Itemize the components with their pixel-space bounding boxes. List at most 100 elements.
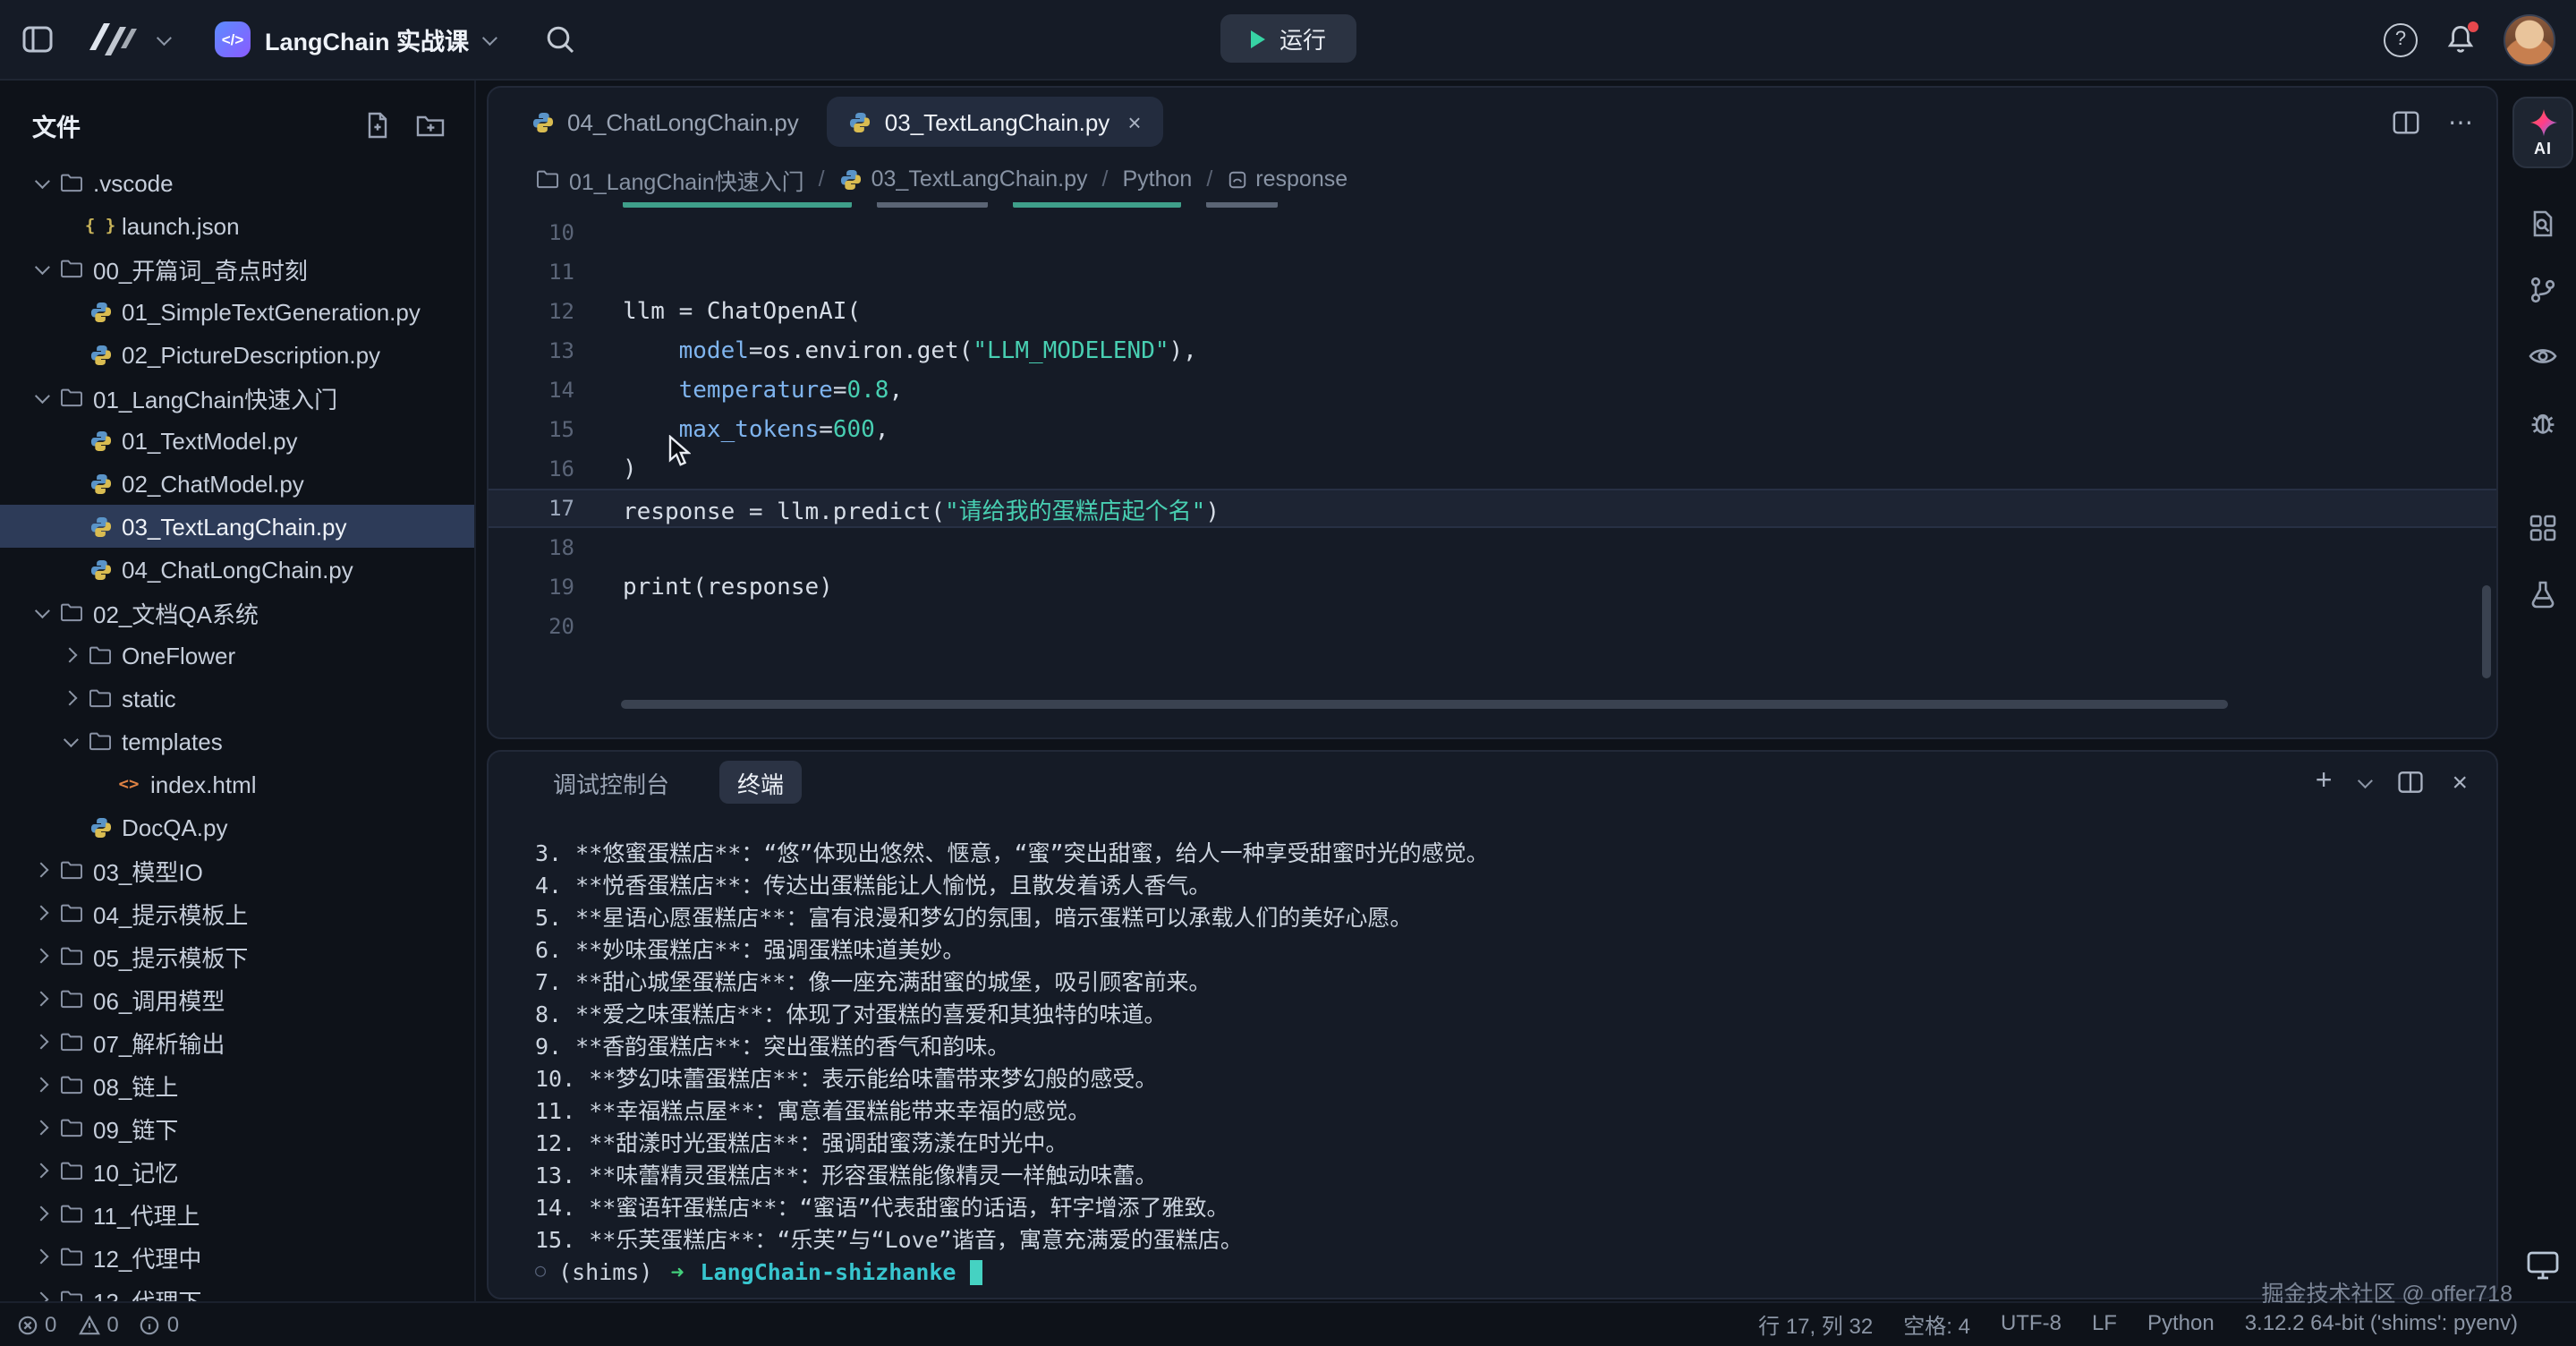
terminal-output[interactable]: 3. **悠蜜蛋糕店**：“悠”体现出悠然、惬意，“蜜”突出甜蜜，给人一种享受甜… <box>535 823 2468 1287</box>
file-search-button[interactable] <box>2527 208 2559 240</box>
tree-file[interactable]: 01_TextModel.py <box>0 419 474 462</box>
tree-file[interactable]: 01_SimpleTextGeneration.py <box>0 290 474 333</box>
tree-folder[interactable]: 11_代理上 <box>0 1192 474 1235</box>
run-button[interactable]: 运行 <box>1220 14 1356 63</box>
breadcrumb-item[interactable]: Python <box>1122 166 1192 192</box>
terminal-dropdown-chevron-icon[interactable] <box>2358 773 2373 788</box>
breadcrumb-item[interactable]: 01_LangChain快速入门 <box>535 162 804 196</box>
chevron-down-icon[interactable] <box>29 607 54 618</box>
chevron-down-icon[interactable] <box>57 736 82 746</box>
tree-file[interactable]: DocQA.py <box>0 805 474 848</box>
chevron-right-icon[interactable] <box>57 693 82 703</box>
extensions-button[interactable] <box>2527 512 2559 544</box>
code-line[interactable]: 11 <box>489 252 2496 292</box>
close-tab-button[interactable]: × <box>1127 108 1141 135</box>
code-line[interactable]: 13 model=os.environ.get("LLM_MODELEND"), <box>489 331 2496 371</box>
problems-info[interactable]: 0 <box>140 1312 179 1337</box>
tab-terminal[interactable]: 终端 <box>719 761 802 804</box>
chevron-right-icon[interactable] <box>57 650 82 660</box>
language-mode[interactable]: Python <box>2147 1309 2215 1340</box>
workspace-switcher[interactable]: </> LangChain 实战课 <box>215 21 494 57</box>
tree-folder[interactable]: 00_开篇词_奇点时刻 <box>0 247 474 290</box>
code-line[interactable] <box>489 202 2496 213</box>
chevron-right-icon[interactable] <box>29 907 54 918</box>
chevron-right-icon[interactable] <box>29 865 54 875</box>
tree-file[interactable]: <>index.html <box>0 762 474 805</box>
chevron-down-icon[interactable] <box>29 177 54 188</box>
search-button[interactable] <box>544 23 576 55</box>
chevron-right-icon[interactable] <box>29 993 54 1004</box>
code-line[interactable]: 10 <box>489 213 2496 252</box>
problems-warning[interactable]: 0 <box>78 1312 118 1337</box>
help-button[interactable]: ? <box>2384 22 2418 56</box>
chevron-right-icon[interactable] <box>29 1208 54 1219</box>
tree-folder[interactable]: 07_解析输出 <box>0 1020 474 1063</box>
code-line[interactable]: 12llm = ChatOpenAI( <box>489 292 2496 331</box>
chevron-down-icon[interactable] <box>29 392 54 403</box>
editor-tab[interactable]: 03_TextLangChain.py× <box>828 97 1163 147</box>
indentation[interactable]: 空格: 4 <box>1903 1309 1970 1340</box>
tree-folder[interactable]: 08_链上 <box>0 1063 474 1106</box>
tree-folder[interactable]: OneFlower <box>0 634 474 677</box>
code-line[interactable]: 19print(response) <box>489 567 2496 607</box>
tree-folder[interactable]: 05_提示模板下 <box>0 934 474 977</box>
code-editor[interactable]: 101112llm = ChatOpenAI(13 model=os.envir… <box>489 202 2496 716</box>
tree-folder[interactable]: 01_LangChain快速入门 <box>0 376 474 419</box>
chevron-right-icon[interactable] <box>29 1036 54 1047</box>
tree-folder[interactable]: static <box>0 677 474 720</box>
tree-file[interactable]: 02_PictureDescription.py <box>0 333 474 376</box>
split-terminal-button[interactable] <box>2396 768 2425 797</box>
code-line[interactable]: 16) <box>489 449 2496 489</box>
close-panel-button[interactable]: × <box>2452 769 2468 796</box>
tree-folder[interactable]: 03_模型IO <box>0 848 474 891</box>
testing-button[interactable] <box>2527 578 2559 610</box>
code-line-current[interactable]: 17response = llm.predict("请给我的蛋糕店起个名") <box>489 489 2496 528</box>
app-logo[interactable] <box>86 20 140 59</box>
remote-monitor-button[interactable] <box>2525 1248 2561 1282</box>
more-actions-button[interactable]: ⋯ <box>2448 106 2475 137</box>
tree-folder[interactable]: .vscode <box>0 161 474 204</box>
tree-folder[interactable]: 09_链下 <box>0 1106 474 1149</box>
chevron-right-icon[interactable] <box>29 1122 54 1133</box>
cursor-position[interactable]: 行 17, 列 32 <box>1758 1309 1873 1340</box>
tree-file[interactable]: { }launch.json <box>0 204 474 247</box>
split-editor-button[interactable] <box>2391 106 2421 137</box>
source-control-button[interactable] <box>2527 274 2559 306</box>
new-folder-button[interactable] <box>415 111 446 140</box>
eol[interactable]: LF <box>2092 1309 2117 1340</box>
python-interpreter[interactable]: 3.12.2 64-bit ('shims': pyenv) <box>2245 1309 2518 1340</box>
tree-file[interactable]: 02_ChatModel.py <box>0 462 474 505</box>
debug-button[interactable] <box>2527 406 2559 439</box>
code-line[interactable]: 18 <box>489 528 2496 567</box>
breadcrumb-item[interactable]: response <box>1227 166 1348 192</box>
tree-folder[interactable]: 13_代理下 <box>0 1278 474 1303</box>
logo-menu-chevron[interactable] <box>157 34 168 45</box>
new-terminal-button[interactable]: + <box>2316 768 2333 797</box>
notifications-button[interactable] <box>2444 23 2477 55</box>
tree-folder[interactable]: 12_代理中 <box>0 1235 474 1278</box>
new-file-button[interactable] <box>363 111 392 140</box>
tree-folder[interactable]: 10_记忆 <box>0 1149 474 1192</box>
tree-file[interactable]: 04_ChatLongChain.py <box>0 548 474 591</box>
editor-tab[interactable]: 04_ChatLongChain.py <box>510 97 820 147</box>
tree-folder[interactable]: 02_文档QA系统 <box>0 591 474 634</box>
tree-file[interactable]: 03_TextLangChain.py <box>0 505 474 548</box>
tree-folder[interactable]: 04_提示模板上 <box>0 891 474 934</box>
preview-button[interactable] <box>2527 340 2559 372</box>
problems-error[interactable]: 0 <box>18 1312 56 1337</box>
chevron-right-icon[interactable] <box>29 1165 54 1176</box>
code-line[interactable]: 15 max_tokens=600, <box>489 410 2496 449</box>
code-line[interactable]: 20 <box>489 607 2496 646</box>
tree-folder[interactable]: 06_调用模型 <box>0 977 474 1020</box>
breadcrumb-item[interactable]: 03_TextLangChain.py <box>839 166 1088 192</box>
chevron-right-icon[interactable] <box>29 1079 54 1090</box>
encoding[interactable]: UTF-8 <box>2001 1309 2062 1340</box>
horizontal-scrollbar[interactable] <box>621 700 2228 709</box>
avatar[interactable] <box>2504 13 2555 65</box>
sidebar-toggle-button[interactable] <box>21 23 54 55</box>
code-line[interactable]: 14 temperature=0.8, <box>489 371 2496 410</box>
tab-debug-console[interactable]: 调试控制台 <box>535 761 687 804</box>
tree-folder[interactable]: templates <box>0 720 474 762</box>
ai-assistant-button[interactable]: AI <box>2512 97 2573 168</box>
chevron-right-icon[interactable] <box>29 1251 54 1262</box>
